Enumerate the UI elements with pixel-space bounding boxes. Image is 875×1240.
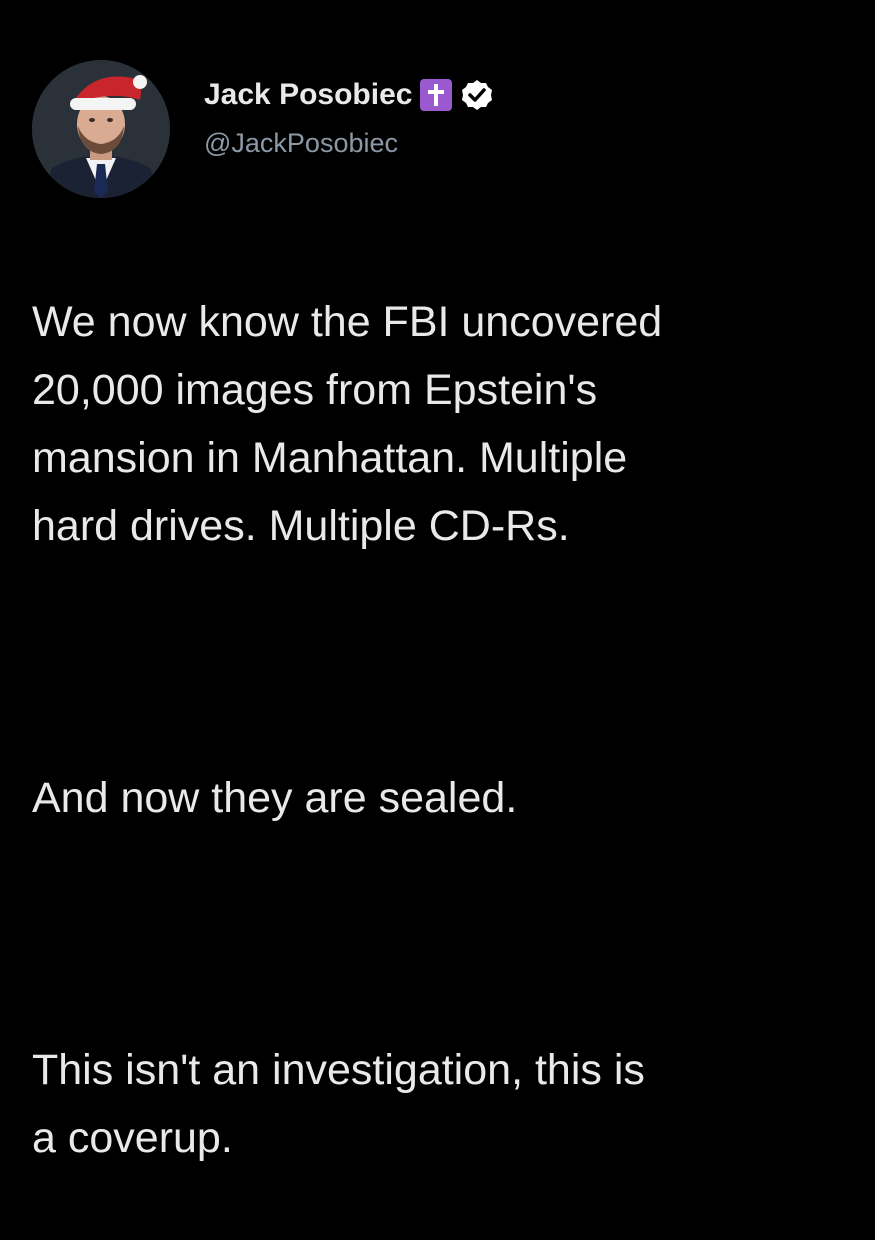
tweet-text: We now know the FBI uncovered 20,000 ima… [32, 220, 862, 1240]
name-row: Jack Posobiec [204, 74, 494, 116]
author-block: Jack Posobiec @JackPosobiec [204, 74, 494, 159]
tweet-card: Jack Posobiec @JackPosobiec We now know … [0, 0, 875, 1162]
tweet-paragraph-2: And now they are sealed. [32, 774, 518, 822]
display-name[interactable]: Jack Posobiec [204, 78, 412, 112]
tweet-paragraph-3: This isn't an investigation, this is a c… [32, 1046, 645, 1162]
handle[interactable]: @JackPosobiec [204, 128, 494, 159]
tweet-header: Jack Posobiec @JackPosobiec [32, 52, 852, 198]
avatar[interactable] [32, 60, 170, 198]
verified-badge-icon [460, 78, 494, 112]
cross-badge-icon [420, 79, 453, 111]
avatar-image [32, 60, 170, 198]
tweet-paragraph-1: We now know the FBI uncovered 20,000 ima… [32, 298, 663, 550]
